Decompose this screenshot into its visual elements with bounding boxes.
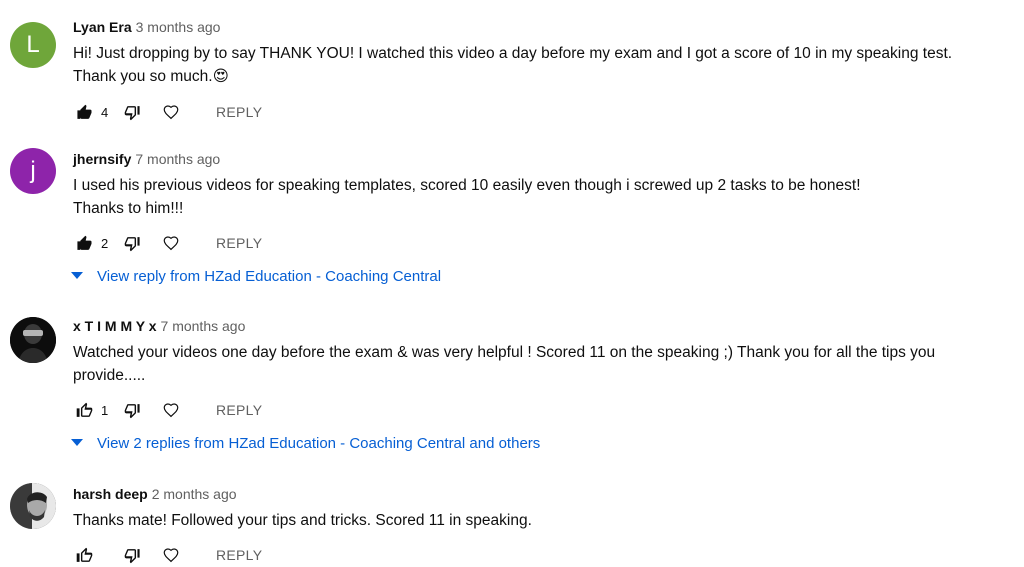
view-replies-label: View reply from HZad Education - Coachin…	[97, 267, 442, 285]
comment-text-line: provide.....	[73, 367, 146, 384]
heart-outline-icon	[163, 403, 179, 418]
like-count: 2	[101, 235, 109, 251]
comment-timestamp[interactable]: 7 months ago	[161, 318, 246, 334]
thumbs-down-icon	[124, 105, 140, 120]
dislike-button[interactable]	[121, 101, 143, 123]
comment-timestamp[interactable]: 3 months ago	[136, 19, 221, 35]
comment-author[interactable]: x T I M M Y x	[73, 318, 157, 334]
view-replies-label: View 2 replies from HZad Education - Coa…	[97, 434, 541, 452]
comment-header: jhernsify 7 months ago	[73, 150, 220, 168]
dislike-button[interactable]	[121, 232, 143, 254]
avatar-photo	[10, 483, 56, 529]
view-replies-link[interactable]: View 2 replies from HZad Education - Coa…	[70, 432, 540, 454]
view-replies-link[interactable]: View reply from HZad Education - Coachin…	[70, 265, 441, 287]
comment-text-line: I used his previous videos for speaking …	[73, 177, 861, 194]
caret-down-icon	[70, 436, 84, 450]
like-button[interactable]	[73, 101, 95, 123]
comment-text: Thanks mate! Followed your tips and tric…	[73, 509, 1003, 532]
comment-text-line: Thanks mate! Followed your tips and tric…	[73, 512, 532, 529]
heart-outline-icon	[163, 548, 179, 563]
heart-button[interactable]	[160, 399, 182, 421]
comment-actions: 2 REPLY	[73, 231, 262, 255]
like-button[interactable]	[73, 544, 95, 566]
heart-outline-icon	[163, 105, 179, 120]
thumbs-down-icon	[124, 236, 140, 251]
comment-author[interactable]: Lyan Era	[73, 19, 132, 35]
reply-button[interactable]: REPLY	[216, 104, 262, 120]
comment-author[interactable]: harsh deep	[73, 486, 148, 502]
comment-text: Watched your videos one day before the e…	[73, 341, 1003, 387]
thumbs-up-outline-icon	[76, 402, 92, 417]
comment-text-line: Hi! Just dropping by to say THANK YOU! I…	[73, 45, 953, 62]
thumbs-up-outline-icon	[76, 547, 92, 562]
comment-text-line: Watched your videos one day before the e…	[73, 344, 936, 361]
comment-header: x T I M M Y x7 months ago	[73, 317, 245, 335]
like-count: 1	[101, 402, 109, 418]
reply-button[interactable]: REPLY	[216, 402, 262, 418]
avatar[interactable]: j	[10, 148, 56, 194]
avatar-letter: L	[26, 31, 40, 58]
avatar-photo	[10, 317, 56, 363]
thumbs-up-icon	[76, 235, 92, 250]
comment-author[interactable]: jhernsify	[73, 151, 131, 167]
reply-button[interactable]: REPLY	[216, 547, 262, 563]
avatar[interactable]	[10, 317, 56, 363]
heart-button[interactable]	[160, 101, 182, 123]
heart-button[interactable]	[160, 232, 182, 254]
comment-header: harsh deep 2 months ago	[73, 485, 237, 503]
avatar[interactable]	[10, 483, 56, 529]
comment-text: Hi! Just dropping by to say THANK YOU! I…	[73, 42, 1003, 88]
dislike-button[interactable]	[121, 544, 143, 566]
comment-actions: 1 REPLY	[73, 398, 262, 422]
comment-text-line: Thank you so much.😍	[73, 68, 229, 85]
like-count: 4	[101, 104, 109, 120]
avatar[interactable]: L	[10, 22, 56, 68]
like-button[interactable]	[73, 399, 95, 421]
caret-down-icon	[70, 269, 84, 283]
heart-button[interactable]	[160, 544, 182, 566]
avatar-letter: j	[30, 157, 36, 184]
thumbs-down-icon	[124, 548, 140, 563]
dislike-button[interactable]	[121, 399, 143, 421]
reply-button[interactable]: REPLY	[216, 235, 262, 251]
comment-actions: REPLY	[73, 543, 262, 567]
comment-header: Lyan Era 3 months ago	[73, 18, 220, 36]
heart-outline-icon	[163, 236, 179, 251]
comment-timestamp[interactable]: 2 months ago	[152, 486, 237, 502]
thumbs-up-icon	[76, 104, 92, 119]
thumbs-down-icon	[124, 403, 140, 418]
like-button[interactable]	[73, 232, 95, 254]
comment-text: I used his previous videos for speaking …	[73, 174, 1003, 220]
comment-actions: 4 REPLY	[73, 100, 262, 124]
comment-timestamp[interactable]: 7 months ago	[135, 151, 220, 167]
comment-text-line: Thanks to him!!!	[73, 200, 184, 217]
